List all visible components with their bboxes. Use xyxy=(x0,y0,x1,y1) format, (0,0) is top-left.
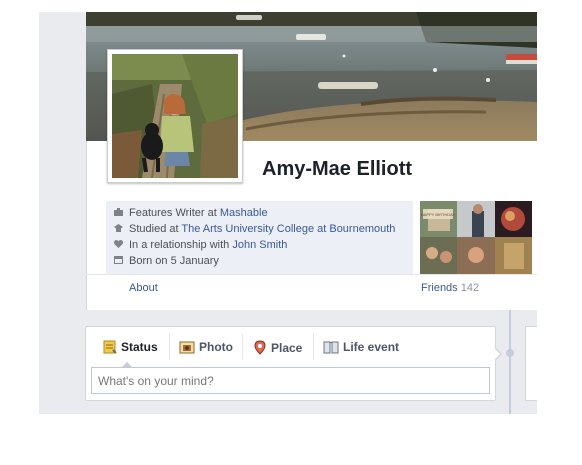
status-input[interactable] xyxy=(91,367,490,394)
status-icon xyxy=(103,340,117,354)
friends-thumbnails[interactable]: HAPPY BIRTHDAY xyxy=(420,201,532,274)
calendar-icon xyxy=(114,256,123,264)
tab-divider xyxy=(242,334,243,360)
info-work-link[interactable]: Mashable xyxy=(220,207,268,219)
tab-life-event-label: Life event xyxy=(343,340,400,354)
profile-picture[interactable] xyxy=(107,49,243,183)
profile-info-box: Features Writer at Mashable Studied at T… xyxy=(106,201,413,274)
briefcase-icon xyxy=(114,208,123,216)
info-work-text: Features Writer at xyxy=(129,207,220,219)
info-birthday: Born on 5 January xyxy=(114,255,219,267)
info-relationship-link[interactable]: John Smith xyxy=(232,239,287,251)
timeline-line xyxy=(509,310,511,414)
right-column-card xyxy=(525,326,537,401)
info-relationship: In a relationship with John Smith xyxy=(114,239,287,251)
place-icon xyxy=(254,340,266,355)
tab-status-label: Status xyxy=(121,340,158,354)
info-birthday-text: Born on 5 January xyxy=(129,255,219,267)
profile-name[interactable]: Amy-Mae Elliott xyxy=(262,158,412,181)
profile-tabs-divider xyxy=(86,274,537,275)
info-education: Studied at The Arts University College a… xyxy=(114,223,395,235)
tab-place-label: Place xyxy=(271,341,303,355)
about-link[interactable]: About xyxy=(129,282,158,294)
tab-life-event[interactable]: Life event xyxy=(323,340,399,356)
info-work: Features Writer at Mashable xyxy=(114,207,268,219)
info-education-link[interactable]: The Arts University College at Bournemou… xyxy=(181,223,395,235)
friends-link[interactable]: Friends 142 xyxy=(421,282,479,294)
tab-status[interactable]: Status xyxy=(103,340,158,356)
photo-icon xyxy=(179,341,195,354)
graduation-cap-icon xyxy=(114,224,123,232)
info-education-text: Studied at xyxy=(129,223,182,235)
friends-label: Friends xyxy=(421,282,458,294)
tab-photo[interactable]: Photo xyxy=(179,340,233,356)
tab-place[interactable]: Place xyxy=(253,340,302,356)
composer-pointer-inner xyxy=(494,348,500,360)
tab-photo-label: Photo xyxy=(199,340,233,354)
timeline-dot xyxy=(506,349,514,357)
life-event-icon xyxy=(323,341,339,354)
tab-divider xyxy=(313,334,314,360)
heart-icon xyxy=(114,240,123,248)
tab-divider xyxy=(169,334,170,360)
info-relationship-text: In a relationship with xyxy=(129,239,233,251)
friends-count: 142 xyxy=(460,282,480,294)
mosaic-birthday-text: HAPPY BIRTHDAY xyxy=(421,212,456,217)
